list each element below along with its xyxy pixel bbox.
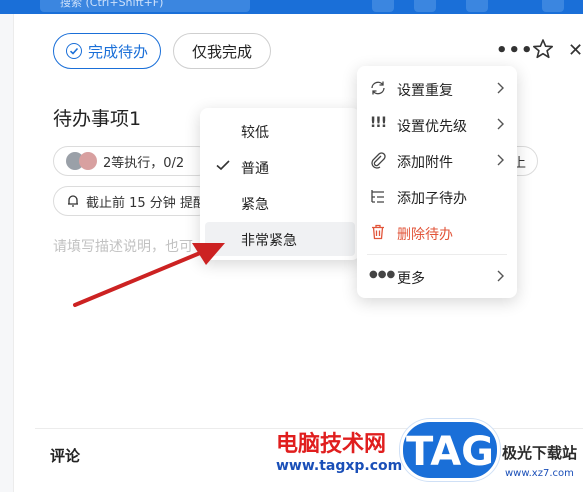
- watermark-xz-url: www.xz7.com: [505, 468, 574, 479]
- toolbar-icon-button[interactable]: [414, 0, 436, 12]
- only-me-complete-button[interactable]: 仅我完成: [173, 33, 271, 69]
- subtask-icon: [371, 190, 384, 203]
- priority-option-label: 较低: [241, 125, 269, 141]
- repeat-icon: [371, 81, 385, 95]
- watermark-xz-name: 极光下载站: [502, 444, 578, 462]
- menu-item-label: 添加子待办: [397, 191, 467, 207]
- menu-item-label: 设置优先级: [397, 119, 467, 135]
- more-options-icon[interactable]: •••: [496, 40, 534, 61]
- toolbar-icon-button[interactable]: [542, 0, 564, 12]
- executors-text: 2等执行，0/2: [103, 155, 185, 171]
- menu-item-set-priority[interactable]: !!! 设置优先级: [357, 106, 517, 142]
- priority-option-label: 紧急: [241, 197, 269, 213]
- trash-icon: [372, 224, 384, 240]
- more-options-menu: 设置重复 !!! 设置优先级 添加附件 添加子待办 删除待办 ●●● 更多: [357, 66, 517, 298]
- priority-option-low[interactable]: 较低: [205, 114, 355, 148]
- executors-chip[interactable]: 2等执行，0/2: [53, 146, 213, 176]
- watermark-site-name: 电脑技术网: [276, 432, 387, 457]
- left-edge-panel: [0, 14, 14, 492]
- chevron-right-icon: [497, 82, 504, 94]
- chevron-right-icon: [497, 154, 504, 166]
- annotation-arrow: [73, 243, 225, 307]
- bell-icon: [68, 195, 78, 207]
- menu-item-delete-todo[interactable]: 删除待办: [357, 214, 517, 250]
- more-horizontal-icon: ●●●: [369, 269, 396, 280]
- avatar: [79, 152, 97, 170]
- toolbar-icon-button[interactable]: [466, 0, 488, 12]
- menu-item-label: 设置重复: [397, 83, 453, 99]
- menu-item-label: 添加附件: [397, 155, 453, 171]
- priority-option-urgent[interactable]: 紧急: [205, 186, 355, 220]
- menu-item-add-subtask[interactable]: 添加子待办: [357, 178, 517, 214]
- menu-item-add-attachment[interactable]: 添加附件: [357, 142, 517, 178]
- chevron-right-icon: [497, 118, 504, 130]
- check-circle-icon: [65, 43, 82, 59]
- close-icon[interactable]: ✕: [568, 40, 583, 61]
- priority-option-normal[interactable]: 普通: [205, 150, 355, 184]
- complete-todo-label: 完成待办: [87, 42, 148, 61]
- reminder-text: 截止前 15 分钟 提醒: [86, 195, 206, 211]
- watermark-site-url: www.tagxp.com: [276, 458, 403, 474]
- app-top-bar: 搜索 (Ctrl+Shift+F): [0, 0, 583, 14]
- menu-item-label: 删除待办: [397, 227, 453, 243]
- search-input[interactable]: 搜索 (Ctrl+Shift+F): [40, 0, 250, 12]
- chevron-right-icon: [497, 270, 504, 282]
- task-title[interactable]: 待办事项1: [53, 104, 141, 131]
- checkmark-icon: [216, 160, 230, 171]
- priority-icon: !!!: [369, 115, 387, 131]
- menu-divider: [367, 254, 507, 255]
- menu-item-set-repeat[interactable]: 设置重复: [357, 70, 517, 106]
- menu-item-label: 更多: [397, 271, 425, 287]
- comments-heading: 评论: [50, 447, 81, 465]
- paperclip-icon: [371, 152, 386, 169]
- priority-option-label: 普通: [241, 161, 269, 177]
- priority-option-label: 非常紧急: [241, 233, 297, 249]
- watermark-logo-text: TAG: [406, 429, 494, 475]
- reminder-chip[interactable]: 截止前 15 分钟 提醒: [53, 186, 213, 216]
- complete-todo-button[interactable]: 完成待办: [53, 33, 161, 69]
- watermark-logo: TAG: [400, 419, 500, 481]
- menu-item-more[interactable]: ●●● 更多: [357, 258, 517, 294]
- toolbar-icon-button[interactable]: [372, 0, 394, 12]
- star-icon[interactable]: [532, 38, 554, 64]
